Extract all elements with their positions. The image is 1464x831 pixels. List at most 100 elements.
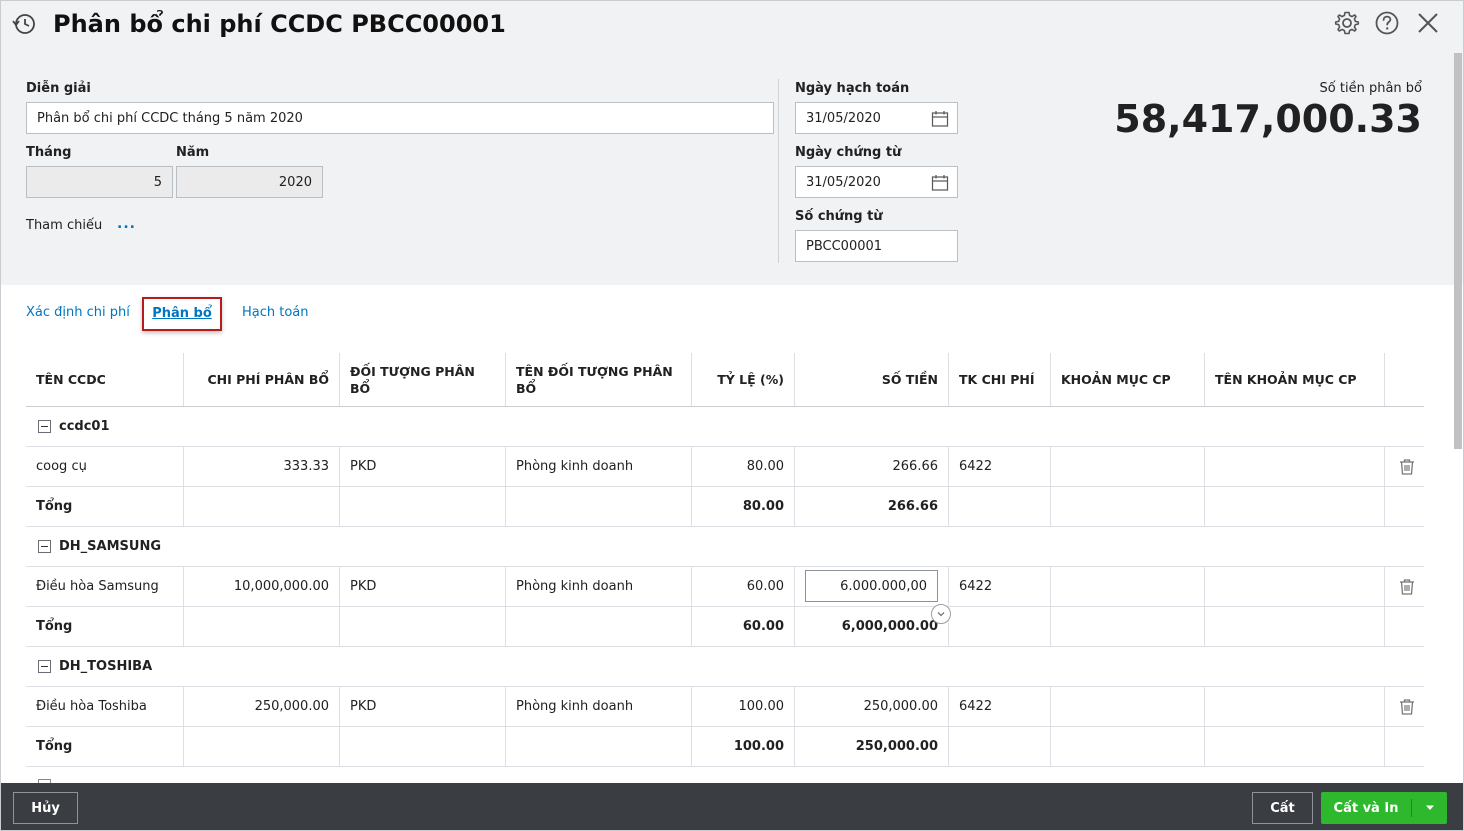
voucher-no-value: PBCC00001 (806, 238, 883, 254)
group-row: ccdc01 (26, 407, 1424, 447)
group-name: ccdc01 (59, 419, 110, 434)
voucher-date-label: Ngày chứng từ (795, 145, 902, 160)
cell-tk-chi-phi[interactable]: 6422 (949, 567, 1051, 606)
title-bar: Phân bổ chi phí CCDC PBCC00001 (1, 1, 1463, 47)
cell-tk-chi-phi[interactable]: 6422 (949, 447, 1051, 486)
cell-ty-le[interactable]: 60.00 (692, 567, 795, 606)
total-label: Tổng (26, 727, 184, 766)
footer-bar: Hủy Cất Cất và In (1, 783, 1463, 830)
cell-ty-le[interactable]: 80.00 (692, 447, 795, 486)
voucher-no-input[interactable]: PBCC00001 (795, 230, 958, 262)
button-divider (1411, 799, 1412, 817)
group-row: DH_TOSHIBA (26, 647, 1424, 687)
total-empty (340, 727, 506, 766)
total-empty (949, 607, 1051, 646)
header-form-area: Phân bổ chi phí CCDC PBCC00001 Diễn giải… (1, 1, 1463, 285)
amount-edit-input[interactable]: 6.000.000,00 (805, 570, 938, 602)
reference-label: Tham chiếu (26, 218, 103, 233)
cell-ten-ccdc: Điều hòa Toshiba (26, 687, 184, 726)
group-header: DH_TOSHIBA (38, 647, 152, 686)
col-header-so-tien: SỐ TIỀN (795, 353, 949, 406)
reference-more-button[interactable]: ... (117, 216, 136, 232)
total-so-tien: 266.66 (795, 487, 949, 526)
total-empty (506, 487, 692, 526)
table-row[interactable]: Điều hòa Samsung 10,000,000.00 PKD Phòng… (26, 567, 1424, 624)
form-divider (778, 79, 779, 263)
cell-doi-tuong[interactable]: PKD (340, 687, 506, 726)
calendar-icon[interactable] (931, 110, 949, 128)
col-header-ty-le: TỶ LỆ (%) (692, 353, 795, 406)
description-label: Diễn giải (26, 81, 91, 96)
total-row: Tổng 100.00 250,000.00 (26, 727, 1424, 767)
cell-ten-ccdc: Điều hòa Samsung (26, 567, 184, 606)
page-title: Phân bổ chi phí CCDC PBCC00001 (53, 10, 506, 38)
collapse-toggle-icon[interactable] (38, 540, 51, 553)
voucher-date-input[interactable]: 31/05/2020 (795, 166, 958, 198)
group-header: ccdc01 (38, 407, 110, 446)
total-row: Tổng 80.00 266.66 (26, 487, 1424, 527)
cell-chi-phi: 250,000.00 (184, 687, 340, 726)
total-empty (1205, 727, 1385, 766)
posting-date-input[interactable]: 31/05/2020 (795, 102, 958, 134)
posting-date-label: Ngày hạch toán (795, 81, 910, 96)
history-icon[interactable] (11, 11, 37, 37)
group-name: DH_TOSHIBA (59, 659, 153, 674)
collapse-toggle-icon[interactable] (38, 660, 51, 673)
total-empty (340, 487, 506, 526)
cell-so-tien[interactable]: 250,000.00 (795, 687, 949, 726)
month-label: Tháng (26, 145, 72, 160)
cell-doi-tuong[interactable]: PKD (340, 447, 506, 486)
cell-ten-ccdc: coog cụ (26, 447, 184, 486)
tab-phan-bo[interactable]: Phân bổ (142, 297, 222, 331)
description-input[interactable]: Phân bổ chi phí CCDC tháng 5 năm 2020 (26, 102, 774, 134)
cell-tk-chi-phi[interactable]: 6422 (949, 687, 1051, 726)
total-ty-le: 80.00 (692, 487, 795, 526)
year-value: 2020 (278, 174, 312, 190)
cell-ten-khoan-muc (1205, 567, 1385, 606)
cell-khoan-muc[interactable] (1051, 687, 1205, 726)
cell-chi-phi: 333.33 (184, 447, 340, 486)
vertical-scrollbar[interactable] (1454, 53, 1462, 449)
cell-doi-tuong[interactable]: PKD (340, 567, 506, 606)
month-field: 5 (26, 166, 173, 198)
close-icon[interactable] (1415, 10, 1441, 36)
table-row[interactable]: coog cụ 333.33 PKD Phòng kinh doanh 80.0… (26, 447, 1424, 487)
cell-khoan-muc[interactable] (1051, 447, 1205, 486)
collapse-toggle-icon[interactable] (38, 420, 51, 433)
month-value: 5 (153, 174, 162, 190)
year-label: Năm (176, 145, 210, 160)
trash-icon[interactable] (1398, 458, 1416, 476)
table-header: TÊN CCDC CHI PHÍ PHÂN BỔ ĐỐI TƯỢNG PHÂN … (26, 353, 1424, 407)
cell-ten-khoan-muc (1205, 447, 1385, 486)
cancel-button[interactable]: Hủy (13, 792, 78, 824)
trash-icon[interactable] (1398, 698, 1416, 716)
table-row[interactable]: Điều hòa Toshiba 250,000.00 PKD Phòng ki… (26, 687, 1424, 727)
chevron-down-icon[interactable] (931, 604, 951, 624)
total-empty (506, 607, 692, 646)
save-and-print-button[interactable]: Cất và In (1321, 792, 1447, 824)
tab-hach-toan[interactable]: Hạch toán (242, 297, 309, 329)
help-icon[interactable] (1374, 10, 1400, 36)
total-empty (949, 727, 1051, 766)
trash-icon[interactable] (1398, 578, 1416, 596)
col-header-ten-khoan-muc-cp: TÊN KHOẢN MỤC CP (1205, 353, 1385, 406)
total-label: Tổng (26, 487, 184, 526)
total-empty (1205, 487, 1385, 526)
gear-icon[interactable] (1334, 10, 1360, 36)
save-and-print-label[interactable]: Cất và In (1321, 792, 1411, 824)
cell-so-tien[interactable]: 266.66 (795, 447, 949, 486)
total-empty (1051, 607, 1205, 646)
calendar-icon[interactable] (931, 174, 949, 192)
save-button[interactable]: Cất (1252, 792, 1313, 824)
col-header-ten-ccdc: TÊN CCDC (26, 353, 184, 406)
tab-xac-dinh-chi-phi[interactable]: Xác định chi phí (26, 297, 130, 329)
amount-value: 58,417,000.33 (1114, 97, 1422, 141)
total-row: Tổng 60.00 6,000,000.00 (26, 607, 1424, 647)
dropdown-caret-icon[interactable] (1413, 792, 1447, 824)
cell-khoan-muc[interactable] (1051, 567, 1205, 606)
total-empty (1051, 487, 1205, 526)
cell-chi-phi: 10,000,000.00 (184, 567, 340, 606)
cell-ty-le[interactable]: 100.00 (692, 687, 795, 726)
col-header-doi-tuong-phan-bo: ĐỐI TƯỢNG PHÂN BỔ (340, 353, 506, 406)
total-ty-le: 100.00 (692, 727, 795, 766)
